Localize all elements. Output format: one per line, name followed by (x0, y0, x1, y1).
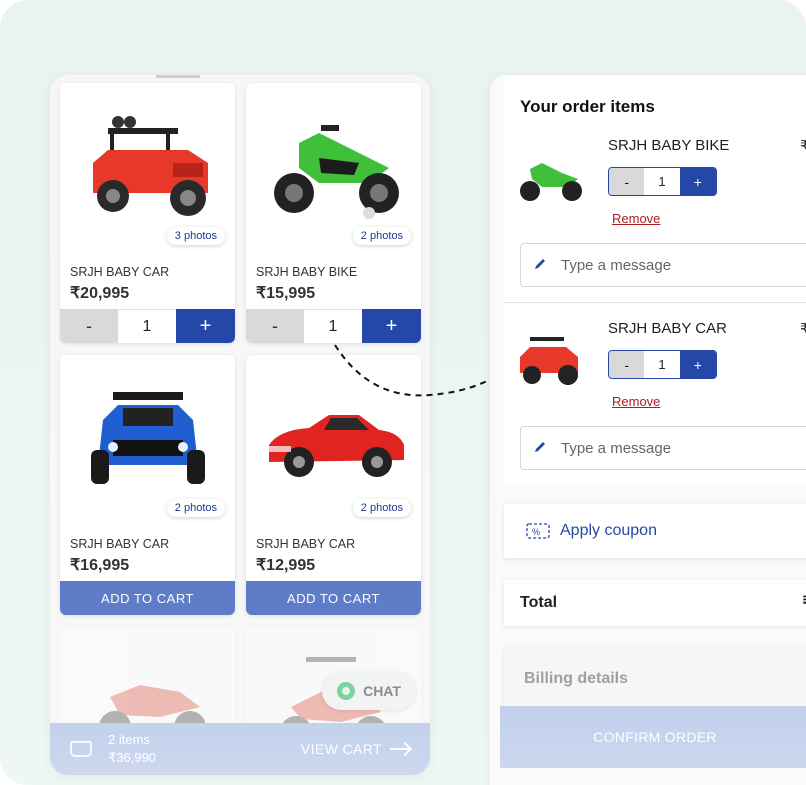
quantity-value: 1 (644, 351, 680, 378)
photos-badge[interactable]: 2 photos (352, 227, 411, 245)
chat-button[interactable]: CHAT (322, 672, 416, 710)
pencil-icon (535, 259, 545, 269)
total-label: Total (520, 594, 558, 611)
product-image[interactable]: 2 photos (60, 355, 235, 525)
product-price: ₹12,995 (256, 557, 316, 574)
coupon-icon: % (526, 523, 550, 539)
product-price: ₹16,995 (70, 557, 130, 574)
cart-summary: 2 items ₹36,990 (108, 731, 156, 767)
pencil-icon (535, 442, 545, 452)
quantity-value: 1 (644, 168, 680, 195)
product-price: ₹15,995 (256, 285, 316, 302)
total-row: Total ₹3 (504, 580, 806, 626)
message-input[interactable]: Type a message (520, 426, 806, 470)
message-placeholder: Type a message (561, 256, 672, 274)
quantity-stepper: - 1 + (608, 350, 717, 379)
cart-bar[interactable]: 2 items ₹36,990 VIEW CART (50, 723, 430, 775)
product-image[interactable]: 3 photos (60, 83, 235, 253)
product-card[interactable]: 2 photos SRJH BABY BIKE ₹15,995 - 1 + (246, 83, 421, 343)
quantity-stepper: - 1 + (60, 309, 235, 343)
screen-notch (156, 75, 200, 78)
message-input[interactable]: Type a message (520, 243, 806, 287)
blue-jeep-image (90, 392, 205, 484)
divider (504, 302, 806, 303)
apply-coupon-row[interactable]: % Apply coupon (504, 504, 806, 558)
product-card[interactable]: 3 photos SRJH BABY CAR ₹20,995 - 1 + (60, 83, 235, 343)
product-listing-screen: 3 photos SRJH BABY CAR ₹20,995 - 1 + 2 p… (50, 75, 430, 775)
product-name: SRJH BABY CAR (256, 537, 356, 551)
quantity-value: 1 (304, 309, 362, 343)
bike-thumbnail (520, 163, 582, 201)
view-cart-label: VIEW CART (300, 741, 382, 757)
order-item-name: SRJH BABY CAR (608, 320, 727, 337)
product-name: SRJH BABY CAR (70, 265, 170, 279)
photos-badge[interactable]: 3 photos (166, 227, 225, 245)
apply-coupon-label: Apply coupon (560, 522, 657, 539)
confirm-order-button[interactable]: CONFIRM ORDER (500, 706, 806, 768)
decrease-button[interactable]: - (246, 309, 304, 343)
decrease-button[interactable]: - (609, 168, 645, 195)
photos-badge[interactable]: 2 photos (352, 499, 411, 517)
quantity-stepper: - 1 + (246, 309, 421, 343)
order-item-price: ₹ (800, 321, 806, 338)
order-screen: Your order items SRJH BABY BIKE ₹ - 1 + … (490, 75, 806, 785)
svg-text:%: % (532, 527, 540, 537)
add-to-cart-button[interactable]: ADD TO CART (246, 581, 421, 615)
increase-button[interactable]: + (176, 309, 235, 343)
billing-details-label: Billing details (524, 670, 629, 687)
red-jeep-image (92, 116, 208, 216)
total-value: ₹3 (803, 593, 806, 614)
arrow-right-icon (390, 748, 410, 750)
increase-button[interactable]: + (679, 168, 716, 195)
car-thumbnail (520, 337, 578, 385)
quantity-stepper: - 1 + (608, 167, 717, 196)
message-placeholder: Type a message (561, 439, 672, 457)
decrease-button[interactable]: - (60, 309, 118, 343)
product-price: ₹20,995 (70, 285, 130, 302)
product-name: SRJH BABY BIKE (256, 265, 358, 279)
whatsapp-icon (337, 682, 356, 700)
order-title: Your order items (520, 97, 655, 116)
product-card[interactable]: 2 photos SRJH BABY CAR ₹16,995 ADD TO CA… (60, 355, 235, 615)
photos-badge[interactable]: 2 photos (166, 499, 225, 517)
add-to-cart-button[interactable]: ADD TO CART (60, 581, 235, 615)
green-bike-image (273, 125, 399, 219)
quantity-value: 1 (118, 309, 176, 343)
view-cart-button[interactable]: VIEW CART (301, 741, 410, 757)
basket-icon (70, 741, 92, 757)
order-item-name: SRJH BABY BIKE (608, 137, 730, 154)
increase-button[interactable]: + (679, 351, 716, 378)
increase-button[interactable]: + (362, 309, 421, 343)
remove-link[interactable]: Remove (612, 211, 660, 226)
decrease-button[interactable]: - (609, 351, 645, 378)
cart-total: ₹36,990 (108, 750, 157, 765)
chat-label: CHAT (363, 683, 401, 699)
remove-link[interactable]: Remove (612, 394, 660, 409)
product-image[interactable]: 2 photos (246, 83, 421, 253)
cart-item-count: 2 items (108, 732, 150, 747)
order-item-price: ₹ (800, 138, 806, 155)
product-name: SRJH BABY CAR (70, 537, 170, 551)
